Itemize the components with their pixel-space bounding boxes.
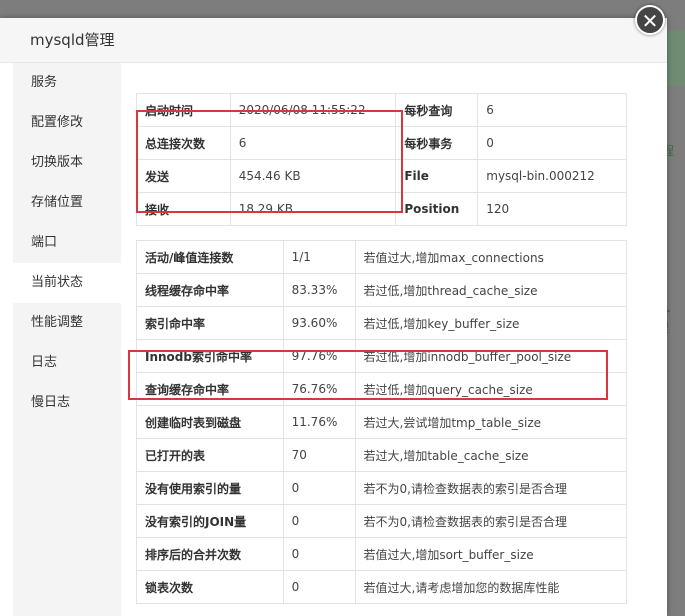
metric-name: 没有索引的JOIN量 <box>136 504 284 538</box>
metric-advice: 若不为0,请检查数据表的索引是否合理 <box>354 471 628 505</box>
sidebar-item-config[interactable]: 配置修改 <box>13 103 121 143</box>
metric-value: 0 <box>282 471 356 505</box>
highlight-box-query-cache <box>128 350 608 400</box>
table-row: 线程缓存命中率 83.33% 若过低,增加thread_cache_size <box>136 273 628 307</box>
metric-value: 83.33% <box>282 273 356 307</box>
sidebar-item-switch-version[interactable]: 切换版本 <box>13 143 121 183</box>
sidebar-item-port[interactable]: 端口 <box>13 223 121 263</box>
metric-name: 已打开的表 <box>136 438 284 472</box>
status-value: 6 <box>477 93 627 127</box>
metric-value: 0 <box>282 537 356 571</box>
table-row: 已打开的表 70 若过大,增加table_cache_size <box>136 438 628 472</box>
metric-name: 锁表次数 <box>136 570 284 604</box>
table-row: 没有使用索引的量 0 若不为0,请检查数据表的索引是否合理 <box>136 471 628 505</box>
table-row: 没有索引的JOIN量 0 若不为0,请检查数据表的索引是否合理 <box>136 504 628 538</box>
table-row: 索引命中率 93.60% 若过低,增加key_buffer_size <box>136 306 628 340</box>
metric-advice: 若过低,增加key_buffer_size <box>354 306 628 340</box>
status-value: 120 <box>477 192 627 226</box>
sidebar-item-performance[interactable]: 性能调整 <box>13 303 121 343</box>
status-label: Position <box>395 192 479 226</box>
performance-table: 活动/峰值连接数 1/1 若值过大,增加max_connections 线程缓存… <box>136 240 628 604</box>
metric-name: 排序后的合并次数 <box>136 537 284 571</box>
metric-advice: 若不为0,请检查数据表的索引是否合理 <box>354 504 628 538</box>
metric-name: 线程缓存命中率 <box>136 273 284 307</box>
metric-value: 93.60% <box>282 306 356 340</box>
sidebar-item-storage[interactable]: 存储位置 <box>13 183 121 223</box>
highlight-box-connections <box>136 110 403 213</box>
sidebar-item-service[interactable]: 服务 <box>13 63 121 103</box>
metric-value: 0 <box>282 504 356 538</box>
table-row: 锁表次数 0 若值过大,请考虑增加您的数据库性能 <box>136 570 628 604</box>
status-label: 每秒查询 <box>395 93 479 127</box>
metric-advice: 若过大,增加table_cache_size <box>354 438 628 472</box>
metric-advice: 若值过大,增加sort_buffer_size <box>354 537 628 571</box>
metric-value: 70 <box>282 438 356 472</box>
metric-name: 索引命中率 <box>136 306 284 340</box>
table-row: 排序后的合并次数 0 若值过大,增加sort_buffer_size <box>136 537 628 571</box>
status-value: mysql-bin.000212 <box>477 159 627 193</box>
close-icon[interactable]: ✕ <box>635 5 665 35</box>
metric-advice: 若过大,尝试增加tmp_table_size <box>354 405 628 439</box>
status-value: 0 <box>477 126 627 160</box>
table-row: 创建临时表到磁盘 11.76% 若过大,尝试增加tmp_table_size <box>136 405 628 439</box>
sidebar-item-log[interactable]: 日志 <box>13 343 121 383</box>
sidebar-item-current-status[interactable]: 当前状态 <box>13 263 121 303</box>
table-row: 活动/峰值连接数 1/1 若值过大,增加max_connections <box>136 240 628 274</box>
status-label: File <box>395 159 479 193</box>
metric-value: 1/1 <box>282 240 356 274</box>
metric-advice: 若过低,增加thread_cache_size <box>354 273 628 307</box>
status-label: 每秒事务 <box>395 126 479 160</box>
metric-advice: 若值过大,请考虑增加您的数据库性能 <box>354 570 628 604</box>
metric-value: 0 <box>282 570 356 604</box>
metric-advice: 若值过大,增加max_connections <box>354 240 628 274</box>
dialog-title: mysqld管理 <box>0 18 667 63</box>
sidebar: 服务 配置修改 切换版本 存储位置 端口 当前状态 性能调整 日志 慢日志 <box>13 63 121 616</box>
mysqld-manage-dialog: mysqld管理 服务 配置修改 切换版本 存储位置 端口 当前状态 性能调整 … <box>0 18 667 616</box>
metric-name: 创建临时表到磁盘 <box>136 405 284 439</box>
metric-name: 没有使用索引的量 <box>136 471 284 505</box>
metric-value: 11.76% <box>282 405 356 439</box>
sidebar-item-slow-log[interactable]: 慢日志 <box>13 383 121 423</box>
metric-name: 活动/峰值连接数 <box>136 240 284 274</box>
